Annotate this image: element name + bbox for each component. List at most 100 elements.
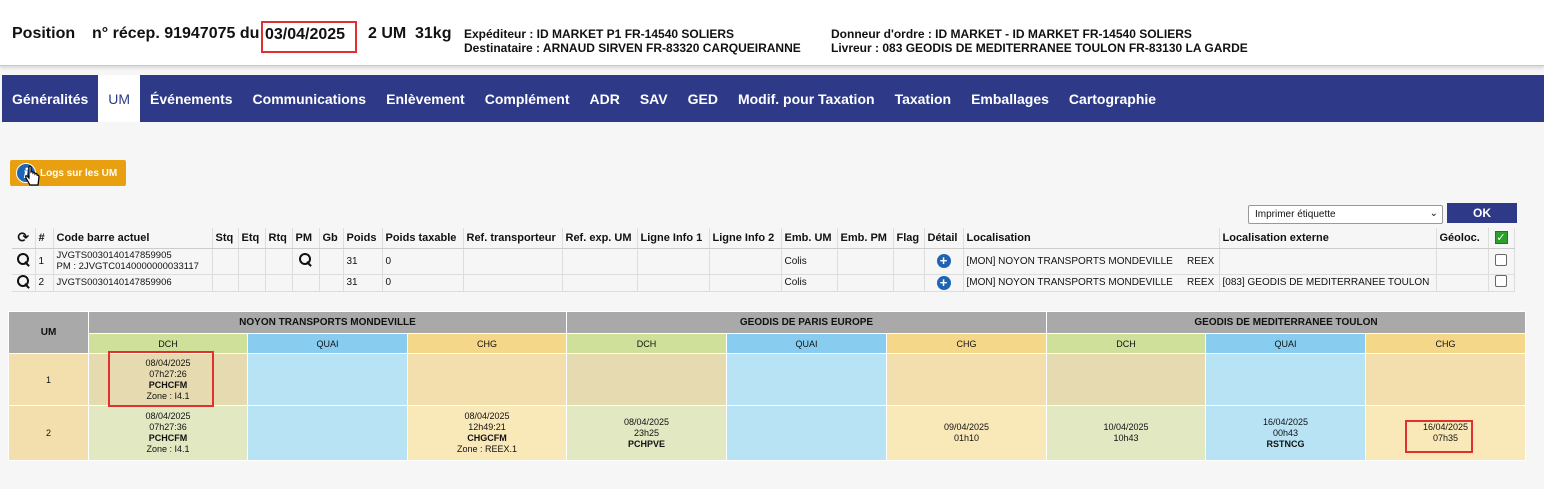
magnifier-icon xyxy=(16,253,30,266)
tracking-cell xyxy=(1205,353,1366,406)
tracking-cell xyxy=(1046,353,1206,406)
detail-button[interactable]: + xyxy=(924,274,964,292)
tracking-cell xyxy=(726,405,887,461)
row-loc-externe: [083] GEODIS DE MEDITERRANEE TOULON xyxy=(1219,274,1437,292)
tracking-cell-line: 08/04/2025 xyxy=(464,411,510,421)
col-ref-exp-um: Ref. exp. UM xyxy=(562,228,638,249)
tracking-cell-line: PCHCFM xyxy=(148,379,188,390)
tracking-cell: 08/04/2025 12h49:21 CHGCFM Zone : REEX.1 xyxy=(407,405,567,461)
tab-emballages[interactable]: Emballages xyxy=(961,75,1059,122)
tab-evenements[interactable]: Événements xyxy=(140,75,242,122)
step-header-quai: QUAI xyxy=(247,333,408,354)
tracking-cell-line: Zone : I4.1 xyxy=(146,444,190,454)
tracking-cell-line: 10h43 xyxy=(1113,433,1139,443)
magnifier-icon xyxy=(299,253,312,266)
hand-cursor-icon xyxy=(25,165,40,186)
tab-taxation[interactable]: Taxation xyxy=(885,75,962,122)
col-localisation: Localisation xyxy=(963,228,1220,249)
table-row: 1 JVGTS0030140147859905 PM : 2JVGTC01400… xyxy=(12,248,1515,275)
tracking-cell-line: Zone : REEX.1 xyxy=(456,444,518,454)
col-poids: Poids xyxy=(343,228,383,249)
site-header: NOYON TRANSPORTS MONDEVILLE xyxy=(88,311,567,334)
magnifier-icon xyxy=(16,274,30,288)
step-header-dch: DCH xyxy=(1046,333,1206,354)
print-label-select[interactable]: Imprimer étiquette ⌄ xyxy=(1248,205,1443,224)
step-header-quai: QUAI xyxy=(726,333,887,354)
position-header: Position n° récep. 91947075 du 03/04/202… xyxy=(0,0,1544,66)
row-code: JVGTS0030140147859905 PM : 2JVGTC0140000… xyxy=(53,248,213,275)
tracking-cell-line: PCHPVE xyxy=(627,438,665,449)
page-title: Position xyxy=(12,25,76,42)
row-reex: REEX xyxy=(1183,274,1220,292)
donneur-ordre: Donneur d'ordre : ID MARKET - ID MARKET … xyxy=(831,27,1192,41)
col-gb: Gb xyxy=(319,228,344,249)
row-poids-taxable: 0 xyxy=(382,274,464,292)
tracking-grid: UM NOYON TRANSPORTS MONDEVILLE GEODIS DE P… xyxy=(8,311,1526,461)
tab-cartographie[interactable]: Cartographie xyxy=(1059,75,1166,122)
tab-communications[interactable]: Communications xyxy=(243,75,377,122)
tracking-cell-line: PCHCFM xyxy=(148,433,188,443)
row-loc-externe xyxy=(1219,248,1437,275)
tracking-cell xyxy=(407,353,567,406)
pm-view-button[interactable] xyxy=(292,248,320,275)
reception-number: n° récep. 91947075 du xyxy=(92,25,260,42)
view-row-button[interactable] xyxy=(12,274,36,292)
col-emb-pm: Emb. PM xyxy=(837,228,894,249)
col-detail: Détail xyxy=(924,228,964,249)
tracking-cell: 08/04/2025 23h25 PCHPVE xyxy=(566,405,727,461)
col-pm: PM xyxy=(292,228,320,249)
tracking-cell-line: 08/04/2025 xyxy=(623,416,670,427)
ok-button[interactable]: OK xyxy=(1447,203,1517,223)
tab-um[interactable]: UM xyxy=(98,75,141,122)
step-header-chg: CHG xyxy=(886,333,1047,354)
step-header-chg: CHG xyxy=(407,333,567,354)
um-table: ⟳ # Code barre actuel Stq Etq Rtq PM Gb … xyxy=(12,228,1515,292)
tab-complement[interactable]: Complément xyxy=(475,75,580,122)
tab-enlevement[interactable]: Enlèvement xyxy=(376,75,475,122)
row-num: 1 xyxy=(35,248,54,275)
tab-modif-pour-taxation[interactable]: Modif. pour Taxation xyxy=(728,75,885,122)
tracking-um: 1 xyxy=(8,353,89,406)
tracking-cell-line: 12h49:21 xyxy=(468,422,506,432)
tab-adr[interactable]: ADR xyxy=(580,75,630,122)
tracking-cell-line: 07h35 xyxy=(1432,433,1458,443)
row-code-main: JVGTS0030140147859905 xyxy=(56,250,172,261)
row-poids: 31 xyxy=(343,248,383,275)
detail-button[interactable]: + xyxy=(924,248,964,275)
tracking-cell xyxy=(726,353,887,406)
grid-um-header: UM xyxy=(8,311,89,354)
col-emb-um: Emb. UM xyxy=(781,228,838,249)
col-stq: Stq xyxy=(212,228,239,249)
tracking-row: 1 08/04/2025 07h27:26 PCHCFM Zone : I4.1 xyxy=(8,353,1526,406)
select-all-checkbox[interactable]: ✓ xyxy=(1488,228,1515,249)
tracking-cell-line: 07h27:36 xyxy=(149,422,187,432)
tracking-row: 2 08/04/2025 07h27:36 PCHCFM Zone : I4.1 08/0… xyxy=(8,405,1526,461)
um-table-header: ⟳ # Code barre actuel Stq Etq Rtq PM Gb … xyxy=(12,228,1515,249)
row-num: 2 xyxy=(35,274,54,292)
tab-ged[interactable]: GED xyxy=(678,75,728,122)
tracking-cell xyxy=(886,353,1047,406)
step-header-dch: DCH xyxy=(88,333,248,354)
tab-sav[interactable]: SAV xyxy=(630,75,678,122)
row-checkbox[interactable] xyxy=(1488,274,1515,292)
row-poids: 31 xyxy=(343,274,383,292)
um-count: 2 UM xyxy=(368,25,407,42)
row-code-pm: PM : 2JVGTC0140000000033117 xyxy=(56,261,199,272)
row-emb-um: Colis xyxy=(781,274,838,292)
row-poids-taxable: 0 xyxy=(382,248,464,275)
col-code-barre: Code barre actuel xyxy=(53,228,213,249)
tab-generalites[interactable]: Généralités xyxy=(2,75,98,122)
refresh-icon[interactable]: ⟳ xyxy=(12,228,36,249)
table-row: 2 JVGTS0030140147859906 31 0 Colis + [MO… xyxy=(12,274,1515,292)
main-tabs: Généralités UM Événements Communications Enl… xyxy=(2,75,1544,122)
site-header: GEODIS DE MEDITERRANEE TOULON xyxy=(1046,311,1526,334)
expediteur: Expéditeur : ID MARKET P1 FR-14540 SOLIE… xyxy=(464,27,735,41)
tracking-cell-line: 01h10 xyxy=(953,433,979,443)
view-row-button[interactable] xyxy=(12,248,36,275)
logs-um-label: Logs sur les UM xyxy=(40,167,118,179)
tracking-cell: 09/04/2025 01h10 xyxy=(886,405,1047,461)
tracking-cell-line: 08/04/2025 xyxy=(145,411,191,421)
row-reex: REEX xyxy=(1183,248,1220,275)
row-checkbox[interactable] xyxy=(1488,248,1515,275)
tracking-cell-line: RSTNCG xyxy=(1266,438,1305,449)
